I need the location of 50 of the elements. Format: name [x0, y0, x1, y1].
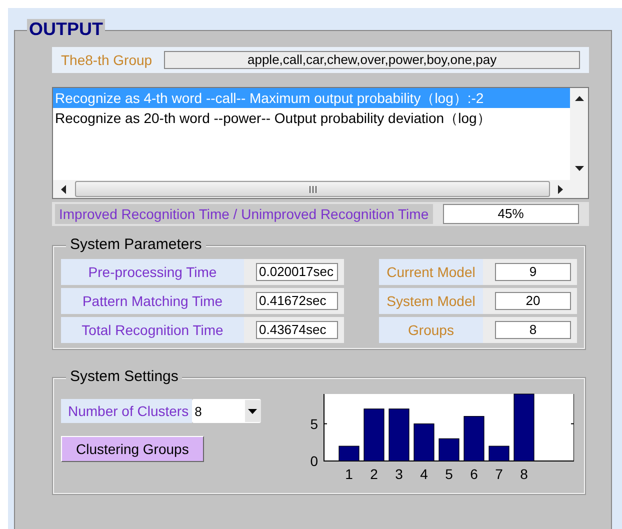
x-tick-label: 6 — [470, 466, 478, 482]
x-tick-label: 2 — [370, 466, 378, 482]
x-tick-label: 1 — [345, 466, 353, 482]
x-tick-label: 3 — [395, 466, 403, 482]
parameter-label: System Model — [379, 288, 483, 314]
parameter-field: 20 — [495, 292, 571, 310]
scroll-left-icon — [61, 184, 67, 194]
clustering-button[interactable]: Clustering Groups — [61, 436, 204, 462]
caret-icon — [248, 408, 258, 414]
x-tick-label: 4 — [420, 466, 428, 482]
parameter-label: Total Recognition Time — [61, 317, 244, 343]
result-listbox[interactable]: Recognize as 4-th word --call-- Maximum output probability（log）:-2 Recognize as 20-th word --power-- Output probability deviation（log） — [52, 87, 589, 199]
clusters-label: Number of Clusters — [61, 399, 192, 423]
bar — [514, 394, 534, 462]
bar — [338, 446, 360, 462]
vertical-scrollbar[interactable] — [570, 88, 588, 180]
bar — [414, 423, 434, 462]
parameter-label: Pattern Matching Time — [61, 288, 244, 314]
bar — [364, 408, 384, 462]
parameter-field: 9 — [495, 263, 571, 281]
group-words-field: apple,call,car,chew,over,power,boy,one,pay — [164, 51, 580, 69]
bar — [438, 438, 460, 462]
result-line[interactable]: Recognize as 20-th word --power-- Output probability deviation（log） — [53, 108, 570, 128]
x-tick-label: 5 — [445, 466, 453, 482]
parameter-field: 8 — [495, 321, 571, 339]
bar — [388, 408, 410, 462]
scroll-up-icon — [574, 96, 584, 102]
frame-title: System Settings — [66, 368, 182, 386]
scroll-down-icon — [574, 166, 584, 172]
clusters-dropdown[interactable]: 8 — [192, 399, 261, 423]
y-tick-label: 5 — [310, 416, 318, 432]
grip-icon — [308, 186, 316, 192]
parameter-field: 0.41672sec — [256, 292, 338, 310]
parameter-label: Pre-processing Time — [61, 259, 244, 285]
bar — [488, 446, 510, 462]
y-tick-label: 0 — [310, 453, 318, 469]
ratio-field: 45% — [442, 204, 579, 224]
parameter-field: 0.43674sec — [256, 321, 338, 339]
group-label: The8-th Group — [61, 52, 152, 68]
scroll-thumb[interactable] — [75, 181, 550, 197]
x-tick-label: 8 — [520, 466, 528, 482]
ratio-label: Improved Recognition Time / Unimproved Recognition Time — [55, 204, 433, 224]
parameter-label: Groups — [379, 317, 483, 343]
scroll-right-icon — [558, 184, 564, 194]
horizontal-scrollbar[interactable] — [53, 180, 588, 198]
parameter-label: Current Model — [379, 259, 483, 285]
parameter-field: 0.020017sec — [256, 263, 338, 281]
bar — [464, 416, 484, 462]
frame-title: System Parameters — [66, 236, 206, 254]
x-tick-label: 7 — [495, 466, 503, 482]
